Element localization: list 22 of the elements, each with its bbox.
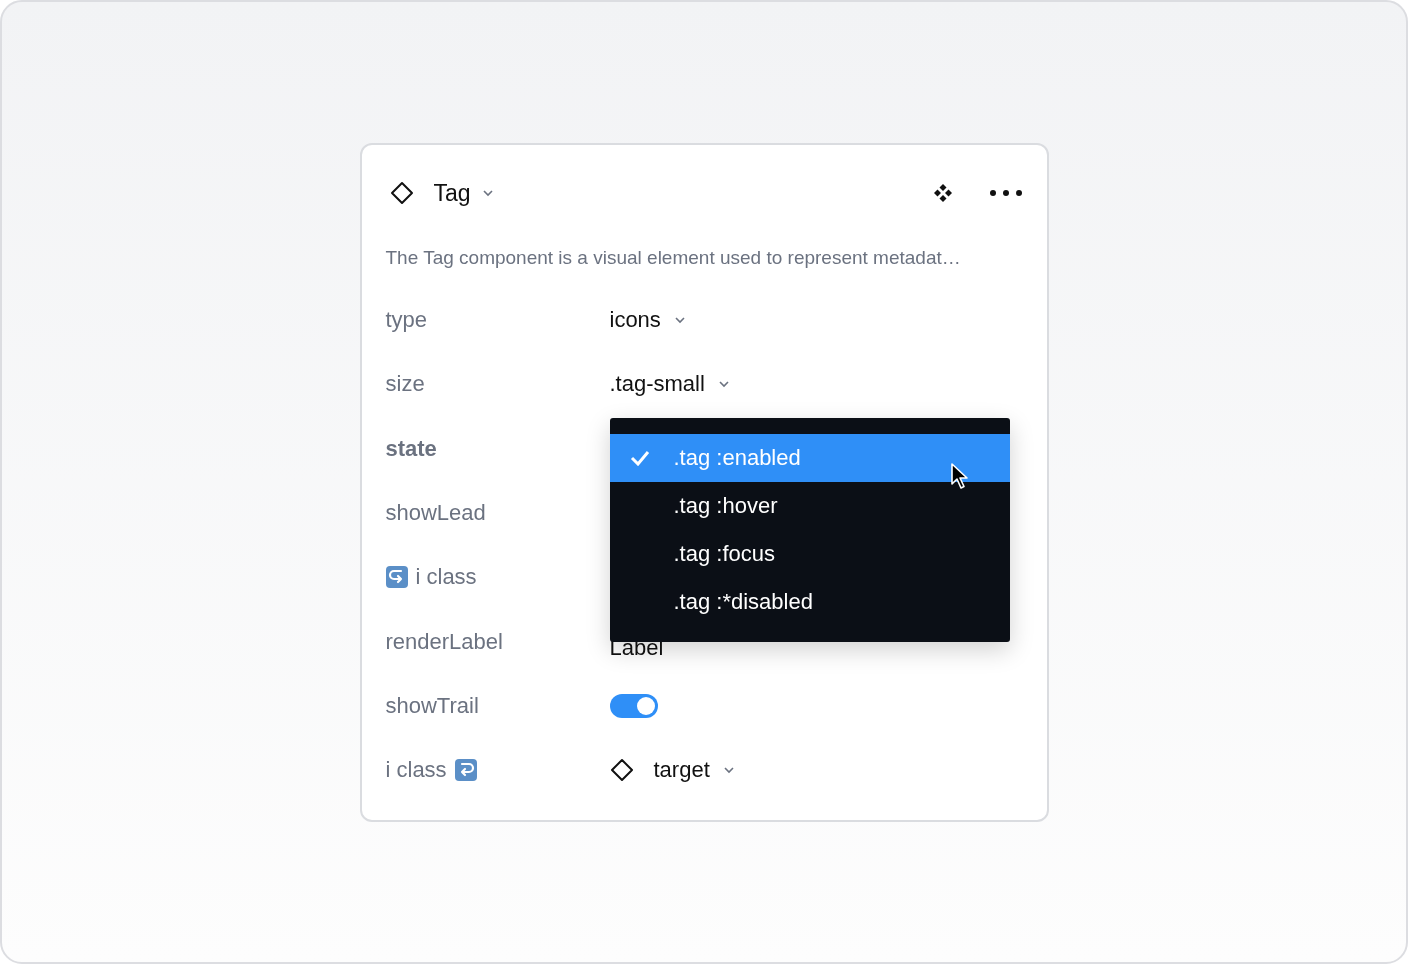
menu-item[interactable]: .tag :hover (609, 482, 1010, 530)
toggle-switch[interactable] (609, 693, 658, 718)
property-dropdown[interactable]: icons (609, 307, 687, 334)
property-label: state (385, 435, 437, 462)
diamond-icon (609, 758, 634, 783)
checkmark-icon (629, 450, 650, 466)
property-label: showTrail (385, 692, 479, 719)
property-label: size (385, 371, 425, 398)
property-label: i class (415, 564, 477, 591)
property-label: i class (385, 757, 447, 784)
menu-item[interactable]: .tag :*disabled (609, 578, 1010, 626)
property-label: renderLabel (385, 628, 503, 655)
more-icon[interactable] (988, 189, 1023, 197)
component-title-dropdown[interactable]: Tag (433, 179, 495, 207)
menu-item[interactable]: .tag :focus (609, 530, 1010, 578)
component-description: The Tag component is a visual element used to represent metadat… (385, 247, 962, 269)
diamond-icon (389, 181, 414, 205)
property-label: showLead (385, 500, 486, 527)
instance-dropdown[interactable]: target (653, 757, 736, 784)
property-dropdown[interactable]: .tag-small (609, 371, 731, 398)
pointer-cursor-icon (949, 462, 970, 490)
property-label: type (385, 307, 428, 334)
